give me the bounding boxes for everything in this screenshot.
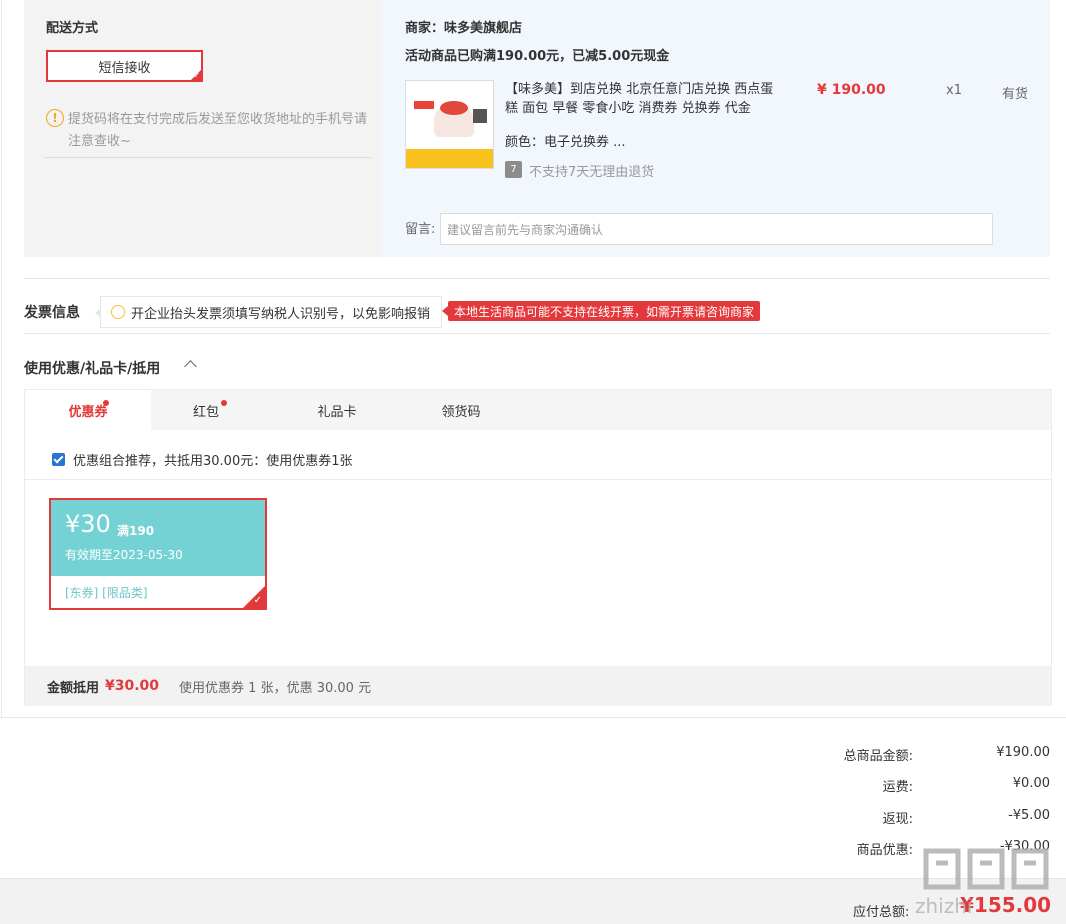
combo-recommend[interactable]: 优惠组合推荐，共抵用30.00元：使用优惠券1张 [52, 450, 353, 469]
combo-checkbox[interactable] [52, 453, 65, 466]
tab-red-packets[interactable]: 红包 [151, 390, 261, 430]
summary-value: ¥190.00 [996, 745, 1050, 760]
delivery-section: 配送方式 短信接收 ✓ ! 提货码将在支付完成后发送至您收货地址的手机号请注意查… [24, 0, 381, 257]
merchant-section: 商家：味多美旗舰店 活动商品已购满190.00元，已减5.00元现金 【味多美】… [381, 0, 1050, 257]
summary-label: 商品优惠: [856, 843, 913, 858]
coupon-panel: 优惠券 红包 礼品卡 领货码 优惠组合推荐，共抵用30.00元：使用优惠券1张 … [24, 389, 1052, 706]
tab-label: 红包 [192, 404, 219, 420]
coupon-card[interactable]: ¥30 满190 有效期至2023-05-30 [东券] [限品类] ✓ [49, 498, 267, 610]
footer-amount: ¥30.00 [105, 678, 160, 694]
divider [24, 278, 1050, 279]
total-amount: ¥155.00 [960, 893, 1052, 917]
product-price: ¥ 190.00 [817, 82, 886, 98]
info-icon: ! [46, 109, 64, 127]
message-input[interactable]: 建议留言前先与商家沟通确认 [440, 213, 993, 245]
coupon-tabs: 优惠券 红包 礼品卡 领货码 [25, 390, 1051, 430]
delivery-method-label: 短信接收 [98, 60, 151, 76]
tab-label: 领货码 [441, 404, 481, 420]
promo-text: 活动商品已购满190.00元，已减5.00元现金 [405, 49, 670, 64]
summary-value: -¥5.00 [1008, 808, 1050, 823]
summary-value: ¥0.00 [1012, 776, 1050, 791]
no-return-icon: 7 [505, 161, 522, 178]
tab-coupons[interactable]: 优惠券 [25, 390, 151, 430]
red-dot-icon [103, 400, 109, 406]
left-border [1, 0, 2, 717]
order-block: 配送方式 短信接收 ✓ ! 提货码将在支付完成后发送至您收货地址的手机号请注意查… [24, 0, 1050, 257]
no-return-text: 不支持7天无理由退货 [529, 165, 655, 180]
tab-label: 优惠券 [68, 404, 108, 420]
message-label: 留言: [405, 222, 436, 237]
invoice-warning: 本地生活商品可能不支持在线开票，如需开票请咨询商家 [441, 301, 761, 321]
watermark-text: zhizhi [915, 894, 973, 918]
invoice-title: 发票信息 [24, 305, 80, 321]
summary-label: 总商品金额: [843, 749, 913, 764]
invoice-tip-text: 开企业抬头发票须填写纳税人识别号，以免影响报销 [131, 306, 431, 322]
product-color: 颜色：电子兑换券 ... [505, 135, 626, 150]
divider [24, 333, 1050, 334]
invoice-tip: 开企业抬头发票须填写纳税人识别号，以免影响报销 [95, 296, 442, 328]
merchant-name: 商家：味多美旗舰店 [405, 21, 523, 36]
combo-text: 优惠组合推荐，共抵用30.00元：使用优惠券1张 [73, 454, 353, 469]
coupon-section-title[interactable]: 使用优惠/礼品卡/抵用 [24, 358, 160, 378]
coupon-validity: 有效期至2023-05-30 [65, 548, 183, 562]
summary-label: 返现: [882, 812, 913, 827]
coupon-amount: ¥30 [65, 510, 111, 538]
summary-label: 运费: [882, 780, 913, 795]
tab-pickup-code[interactable]: 领货码 [399, 390, 523, 430]
chevron-up-icon[interactable] [184, 360, 197, 373]
red-dot-icon [221, 400, 227, 406]
strawberry-shape [440, 101, 468, 115]
product-name[interactable]: 【味多美】到店兑换 北京任意门店兑换 西点蛋糕 面包 早餐 零食小吃 消费券 兑… [505, 80, 785, 118]
watermark-logo-icon [923, 848, 1049, 890]
footer-desc: 使用优惠券 1 张，优惠 30.00 元 [179, 680, 372, 696]
delivery-method-button[interactable]: 短信接收 ✓ [46, 50, 203, 82]
bulb-icon [111, 305, 125, 319]
divider [44, 157, 371, 158]
check-icon: ✓ [193, 71, 200, 80]
delivery-title: 配送方式 [46, 21, 99, 36]
product-image[interactable] [405, 80, 494, 169]
divider [25, 479, 1051, 480]
coupon-tags: [东券] [限品类] [65, 586, 148, 600]
tab-gift-card[interactable]: 礼品卡 [275, 390, 399, 430]
delivery-note: 提货码将在支付完成后发送至您收货地址的手机号请注意查收~ [68, 112, 368, 149]
tab-label: 礼品卡 [317, 404, 357, 420]
image-footer [406, 149, 493, 168]
coupon-footer: 金额抵用 ¥30.00 使用优惠券 1 张，优惠 30.00 元 [25, 666, 1051, 706]
footer-label: 金额抵用 [47, 680, 100, 696]
stock-status: 有货 [1002, 87, 1029, 102]
product-qty: x1 [946, 83, 962, 98]
divider [0, 717, 1066, 718]
qr-shape [473, 109, 487, 123]
total-label: 应付总额: [853, 905, 910, 920]
image-banner [414, 101, 434, 109]
coupon-condition: 满190 [117, 524, 155, 538]
check-icon: ✓ [253, 595, 262, 606]
